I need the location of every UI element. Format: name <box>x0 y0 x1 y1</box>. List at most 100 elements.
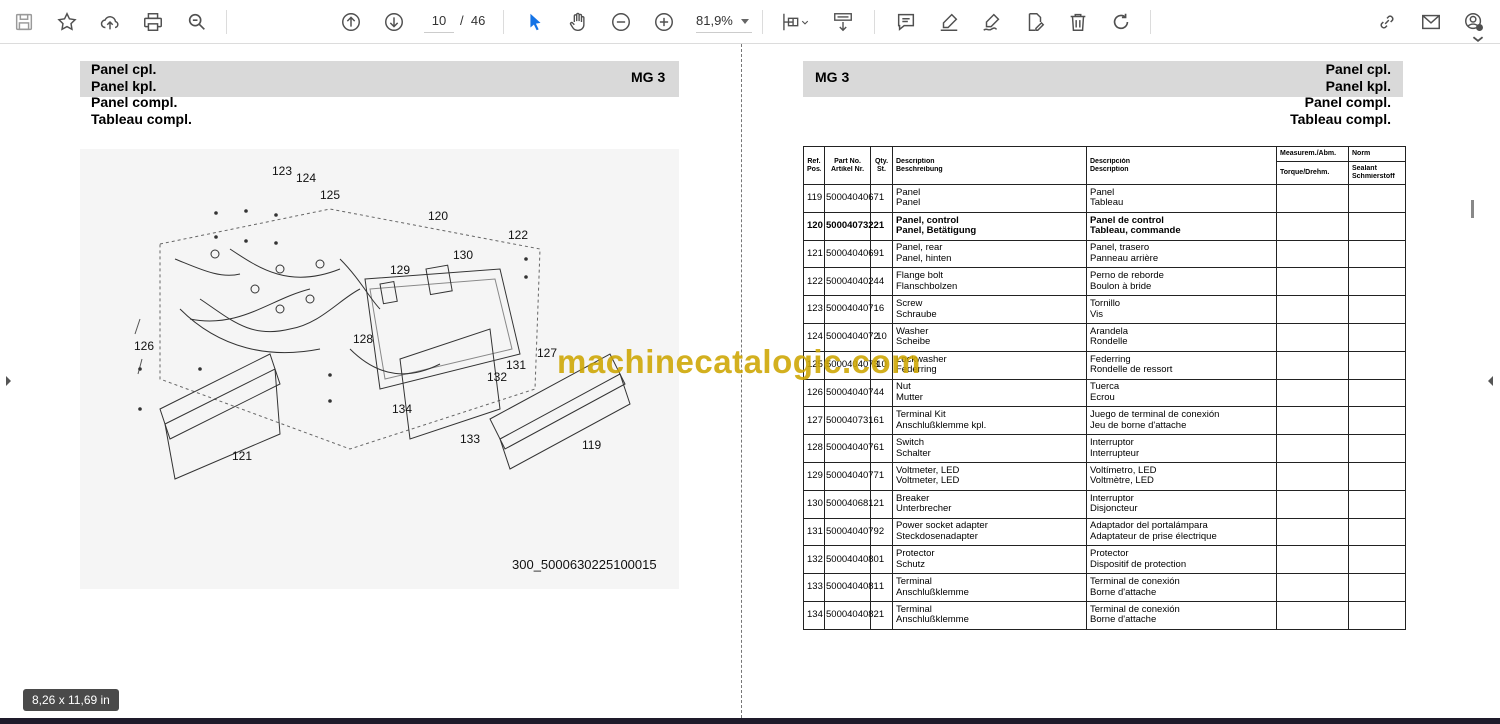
cell-part-no: 5000404024 <box>824 267 879 297</box>
toolbar-separator <box>226 10 227 34</box>
page-total: / 46 <box>460 10 485 32</box>
cell-part-no: 5000404079 <box>824 517 879 547</box>
callout-label: 133 <box>460 432 481 446</box>
cell-torque <box>1276 545 1349 575</box>
cloud-upload-icon[interactable] <box>96 8 124 36</box>
cell-torque <box>1276 489 1349 519</box>
cell-desc-es-fr: Protector Dispositif de protection <box>1086 545 1277 575</box>
hand-tool-icon[interactable] <box>564 8 592 36</box>
total-pages: 46 <box>470 13 486 28</box>
delete-icon[interactable] <box>1064 8 1092 36</box>
cell-sealant <box>1348 489 1406 519</box>
cell-desc-en-de: Breaker Unterbrecher <box>892 489 1087 519</box>
share-link-icon[interactable] <box>1373 8 1401 36</box>
comment-icon[interactable] <box>892 8 920 36</box>
table-row: 131 5000404079 2 Power socket adapter Steckd… <box>803 517 1406 547</box>
taskbar-strip <box>0 718 1500 724</box>
callout-label: 129 <box>390 263 411 277</box>
title-line: Panel compl. <box>91 94 178 110</box>
cell-desc-es-fr: Panel Tableau <box>1086 184 1277 213</box>
page-divider <box>741 44 742 718</box>
col-header-part: Part No. Artikel Nr. <box>824 146 871 185</box>
callout-label: 131 <box>506 358 527 372</box>
left-panel-toggle-icon[interactable] <box>6 376 11 386</box>
right-panel-toggle-icon[interactable] <box>1488 376 1493 386</box>
cell-torque <box>1276 267 1349 297</box>
callout-label: 122 <box>508 228 529 242</box>
cell-torque <box>1276 434 1349 463</box>
col-header-desc1: Description Beschreibung <box>892 146 1087 185</box>
print-icon[interactable] <box>139 8 167 36</box>
cell-desc-es-fr: Interruptor Disjoncteur <box>1086 489 1277 519</box>
table-row: 126 5000404074 4 Nut Mutter Tuerca Écrou <box>803 378 1406 408</box>
toolbar-collapse-icon[interactable] <box>1464 34 1492 44</box>
star-icon[interactable] <box>53 8 81 36</box>
page-fit-icon[interactable] <box>776 8 812 36</box>
cell-sealant <box>1348 517 1406 547</box>
parts-table: Ref. Pos. Part No. Artikel Nr. Qty. St. Des… <box>803 146 1406 630</box>
cell-sealant <box>1348 434 1406 463</box>
save-icon[interactable] <box>10 8 38 36</box>
cell-desc-es-fr: Interruptor Interrupteur <box>1086 434 1277 463</box>
cell-ref: 122 <box>803 267 825 297</box>
cell-desc-es-fr: Tuerca Écrou <box>1086 378 1277 408</box>
cell-part-no: 5000404071 <box>824 295 879 324</box>
cell-torque <box>1276 517 1349 547</box>
next-page-icon[interactable] <box>380 8 408 36</box>
left-page-title: Panel cpl. Panel kpl. Panel compl. Table… <box>91 61 192 127</box>
cell-part-no: 5000407322 <box>824 211 879 241</box>
cell-sealant <box>1348 267 1406 297</box>
cell-part-no: 5000407316 <box>824 406 879 436</box>
edit-pdf-icon[interactable] <box>1021 8 1049 36</box>
page-number-input[interactable]: 10 <box>424 10 454 33</box>
zoom-in-icon[interactable] <box>650 8 678 36</box>
cell-desc-en-de: Lockwasher Federring <box>892 350 1087 380</box>
table-row: 121 5000404069 1 Panel, rear Panel, hinten Pa… <box>803 239 1406 269</box>
zoom-dropdown-caret-icon[interactable] <box>741 19 749 24</box>
cell-desc-en-de: Protector Schutz <box>892 545 1087 575</box>
page-size-indicator: 8,26 x 11,69 in <box>23 689 119 711</box>
cell-desc-en-de: Terminal Anschlußklemme <box>892 600 1087 630</box>
cell-ref: 123 <box>803 295 825 324</box>
draw-signature-icon[interactable] <box>978 8 1006 36</box>
toolbar-separator <box>874 10 875 34</box>
account-icon[interactable] <box>1460 8 1488 36</box>
cell-sealant <box>1348 545 1406 575</box>
cell-desc-es-fr: Arandela Rondelle <box>1086 322 1277 352</box>
cell-ref: 134 <box>803 600 825 630</box>
find-icon[interactable] <box>183 8 211 36</box>
email-icon[interactable] <box>1417 8 1445 36</box>
watermark: machinecatalogic.com <box>557 343 921 380</box>
cell-desc-en-de: Voltmeter, LED Voltmeter, LED <box>892 461 1087 491</box>
previous-page-icon[interactable] <box>337 8 365 36</box>
cell-sealant <box>1348 461 1406 491</box>
rotate-icon[interactable] <box>1107 8 1135 36</box>
cell-desc-en-de: Power socket adapter Steckdosenadapter <box>892 517 1087 547</box>
cell-desc-es-fr: Panel, trasero Panneau arrière <box>1086 239 1277 269</box>
cell-part-no: 5000406812 <box>824 489 879 519</box>
col-header-desc2: Descripción Description <box>1086 146 1277 185</box>
title-line: Tableau compl. <box>1290 110 1391 127</box>
cell-ref: 126 <box>803 378 825 408</box>
cell-torque <box>1276 600 1349 630</box>
title-line: Panel compl. <box>1304 94 1391 110</box>
col-header-measure: Measurem./Abm. <box>1276 146 1349 162</box>
cell-sealant <box>1348 295 1406 324</box>
cell-part-no: 5000404082 <box>824 600 879 630</box>
callout-label: 128 <box>353 332 374 346</box>
scroll-mode-icon[interactable] <box>829 8 857 36</box>
cell-torque <box>1276 350 1349 380</box>
cell-desc-en-de: Flange bolt Flanschbolzen <box>892 267 1087 297</box>
cell-desc-en-de: Nut Mutter <box>892 378 1087 408</box>
vertical-scrollbar[interactable] <box>1471 200 1474 218</box>
highlight-pen-icon[interactable] <box>935 8 963 36</box>
zoom-out-icon[interactable] <box>607 8 635 36</box>
right-group-label: MG 3 <box>815 69 850 85</box>
callout-label: 134 <box>392 402 413 416</box>
callout-label: 126 <box>134 339 155 353</box>
select-cursor-icon[interactable] <box>521 8 549 36</box>
cell-ref: 131 <box>803 517 825 547</box>
title-line: Panel kpl. <box>91 77 157 94</box>
callout-label: 124 <box>296 171 317 185</box>
cell-part-no: 5000404069 <box>824 239 879 269</box>
